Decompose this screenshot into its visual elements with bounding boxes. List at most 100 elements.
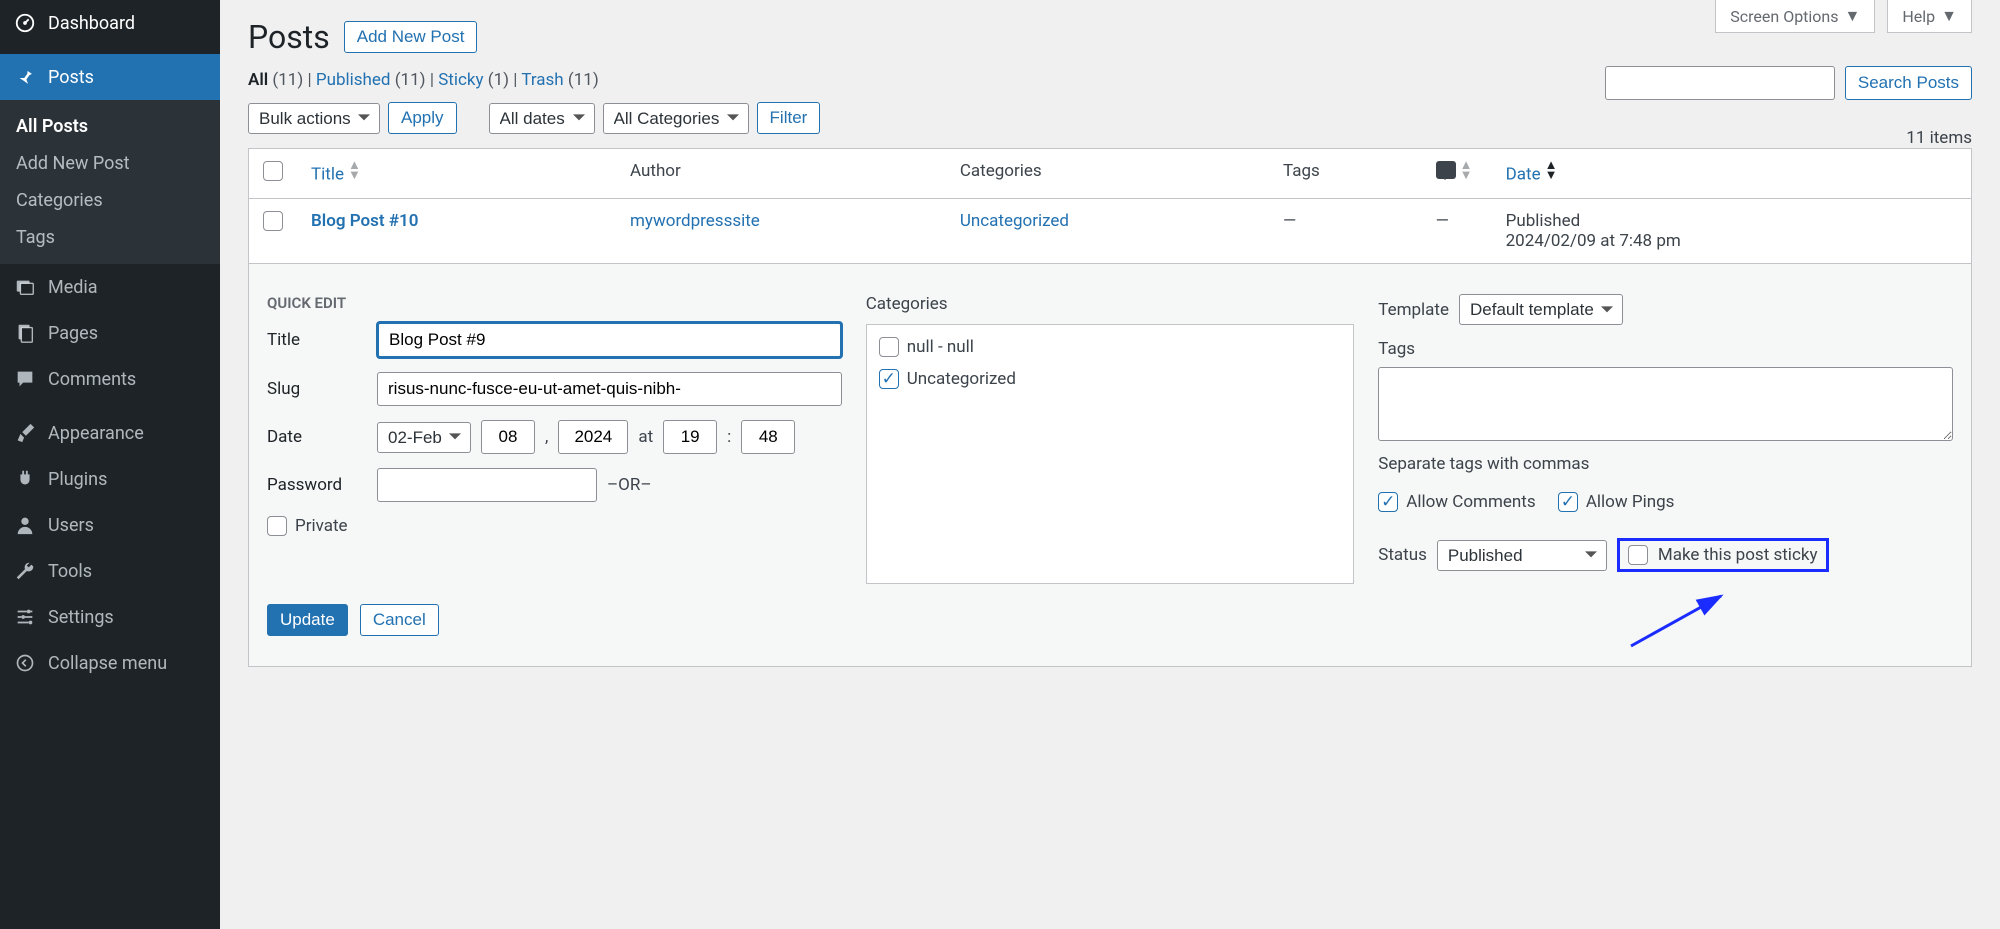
- pages-icon: [14, 322, 36, 344]
- screen-options-label: Screen Options: [1730, 7, 1838, 26]
- qe-categories-label: Categories: [866, 294, 1355, 314]
- row-author-link[interactable]: mywordpresssite: [630, 211, 760, 231]
- comments-column-icon[interactable]: [1436, 161, 1456, 179]
- qe-tags-textarea[interactable]: [1378, 367, 1953, 441]
- qe-or-label: –OR–: [607, 475, 651, 495]
- sidebar-item-comments[interactable]: Comments: [0, 356, 220, 402]
- page-title: Posts: [248, 18, 330, 56]
- chevron-down-icon: ▼: [1941, 6, 1957, 26]
- brush-icon: [14, 422, 36, 444]
- sort-icon: ▲▼: [348, 161, 361, 182]
- qe-title-input[interactable]: [377, 322, 842, 358]
- sidebar-label-pages: Pages: [48, 323, 98, 344]
- chevron-down-icon: ▼: [1845, 6, 1861, 26]
- annotation-arrow: [1621, 586, 1741, 656]
- search-posts-button[interactable]: Search Posts: [1845, 66, 1972, 100]
- add-new-post-button[interactable]: Add New Post: [344, 21, 478, 53]
- search-input[interactable]: [1605, 66, 1835, 100]
- row-category-link[interactable]: Uncategorized: [960, 211, 1069, 231]
- main-content: Screen Options ▼ Help ▼ Posts Add New Po…: [220, 0, 2000, 929]
- qe-allow-comments-checkbox[interactable]: ✓: [1378, 492, 1398, 512]
- qe-year-input[interactable]: [558, 420, 628, 454]
- qe-cat2-checkbox[interactable]: ✓: [879, 369, 899, 389]
- sidebar-item-appearance[interactable]: Appearance: [0, 410, 220, 456]
- sidebar-sub-all-posts[interactable]: All Posts: [0, 108, 220, 145]
- row-tags: —: [1269, 199, 1422, 264]
- sort-icon: ▲▼: [1545, 161, 1558, 182]
- qe-month-select[interactable]: 02-Feb: [377, 422, 471, 453]
- screen-options-tab[interactable]: Screen Options ▼: [1715, 0, 1875, 33]
- filter-all[interactable]: All: [248, 70, 268, 90]
- qe-allow-pings-checkbox[interactable]: ✓: [1558, 492, 1578, 512]
- sidebar-item-media[interactable]: Media: [0, 264, 220, 310]
- qe-cat1-label: null - null: [907, 337, 974, 357]
- sidebar-sub-tags[interactable]: Tags: [0, 219, 220, 256]
- column-date[interactable]: Date: [1506, 164, 1541, 184]
- wrench-icon: [14, 560, 36, 582]
- filter-published[interactable]: Published: [316, 70, 391, 90]
- qe-tags-label: Tags: [1378, 339, 1953, 359]
- qe-day-input[interactable]: [481, 420, 535, 454]
- qe-cancel-button[interactable]: Cancel: [360, 604, 439, 636]
- sidebar-label-collapse: Collapse menu: [48, 653, 167, 674]
- sidebar-label-appearance: Appearance: [48, 423, 144, 444]
- quick-edit-row: QUICK EDIT Title Slug D: [249, 264, 1972, 667]
- sidebar-item-plugins[interactable]: Plugins: [0, 456, 220, 502]
- qe-cat1-checkbox[interactable]: [879, 337, 899, 357]
- items-count: 11 items: [1906, 128, 1972, 148]
- qe-sticky-checkbox[interactable]: [1628, 545, 1648, 565]
- qe-status-label: Status: [1378, 545, 1427, 565]
- sidebar-item-posts[interactable]: Posts: [0, 54, 220, 100]
- qe-template-select[interactable]: Default template: [1459, 294, 1623, 325]
- quick-edit-heading: QUICK EDIT: [267, 294, 842, 312]
- filter-sticky-count: (1): [488, 70, 509, 90]
- bulk-actions-select[interactable]: Bulk actions: [248, 103, 380, 134]
- sidebar-item-dashboard[interactable]: Dashboard: [0, 0, 220, 46]
- qe-update-button[interactable]: Update: [267, 604, 348, 636]
- qe-minute-input[interactable]: [741, 420, 795, 454]
- column-title[interactable]: Title: [311, 164, 344, 184]
- sidebar-item-tools[interactable]: Tools: [0, 548, 220, 594]
- sidebar-label-comments: Comments: [48, 369, 136, 390]
- help-tab[interactable]: Help ▼: [1887, 0, 1972, 33]
- collapse-icon: [14, 652, 36, 674]
- sidebar-sub-categories[interactable]: Categories: [0, 182, 220, 219]
- column-author: Author: [616, 149, 946, 199]
- media-icon: [14, 276, 36, 298]
- posts-table: Title▲▼ Author Categories Tags ▲▼ Date▲▼…: [248, 148, 1972, 667]
- sidebar-collapse[interactable]: Collapse menu: [0, 640, 220, 686]
- qe-password-label: Password: [267, 475, 367, 495]
- sidebar-sub-add-new[interactable]: Add New Post: [0, 145, 220, 182]
- row-title-link[interactable]: Blog Post #10: [311, 211, 418, 231]
- category-filter-select[interactable]: All Categories: [603, 103, 749, 134]
- sidebar-label-tools: Tools: [48, 561, 92, 582]
- sidebar-item-pages[interactable]: Pages: [0, 310, 220, 356]
- qe-password-input[interactable]: [377, 468, 597, 502]
- filter-button[interactable]: Filter: [757, 102, 821, 134]
- sidebar-item-users[interactable]: Users: [0, 502, 220, 548]
- select-all-checkbox[interactable]: [263, 161, 283, 181]
- qe-hour-input[interactable]: [663, 420, 717, 454]
- qe-status-select[interactable]: Published: [1437, 540, 1607, 571]
- row-checkbox[interactable]: [263, 211, 283, 231]
- qe-allow-pings-label: Allow Pings: [1586, 492, 1675, 512]
- apply-button[interactable]: Apply: [388, 102, 457, 134]
- sidebar-label-settings: Settings: [48, 607, 114, 628]
- date-filter-select[interactable]: All dates: [489, 103, 595, 134]
- comments-icon: [14, 368, 36, 390]
- column-categories: Categories: [946, 149, 1269, 199]
- sidebar-label-media: Media: [48, 277, 98, 298]
- filter-trash[interactable]: Trash: [521, 70, 563, 90]
- sidebar-item-settings[interactable]: Settings: [0, 594, 220, 640]
- row-date: Published2024/02/09 at 7:48 pm: [1492, 199, 1972, 264]
- sticky-highlight: Make this post sticky: [1617, 538, 1829, 572]
- sidebar-label-posts: Posts: [48, 67, 94, 88]
- row-comments: —: [1422, 199, 1492, 264]
- qe-title-label: Title: [267, 330, 367, 350]
- sort-icon: ▲▼: [1460, 161, 1473, 182]
- qe-slug-input[interactable]: [377, 372, 842, 406]
- qe-private-checkbox[interactable]: [267, 516, 287, 536]
- plug-icon: [14, 468, 36, 490]
- admin-sidebar: Dashboard Posts All Posts Add New Post C…: [0, 0, 220, 929]
- filter-sticky[interactable]: Sticky: [438, 70, 483, 90]
